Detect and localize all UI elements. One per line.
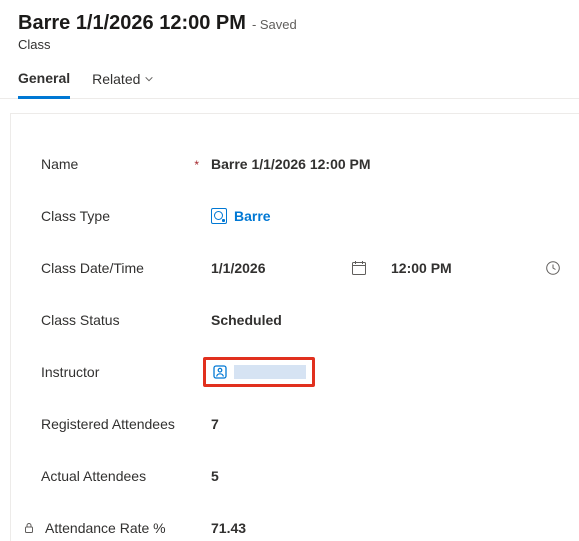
record-page: Barre 1/1/2026 12:00 PM - Saved Class Ge… bbox=[0, 0, 579, 541]
instructor-highlight bbox=[203, 357, 315, 387]
value-name-text: Barre 1/1/2026 12:00 PM bbox=[211, 156, 371, 172]
field-actual-attendees: Actual Attendees 5 bbox=[41, 450, 569, 502]
field-class-datetime: Class Date/Time 1/1/2026 12:00 PM bbox=[41, 242, 569, 294]
form-panel: Name * Barre 1/1/2026 12:00 PM Class Typ… bbox=[10, 113, 579, 541]
field-attendance-rate: Attendance Rate % 71.43 bbox=[41, 502, 569, 541]
field-registered-attendees: Registered Attendees 7 bbox=[41, 398, 569, 450]
label-name-text: Name bbox=[41, 156, 78, 172]
label-actual-attendees: Actual Attendees bbox=[41, 468, 211, 484]
value-class-type[interactable]: Barre bbox=[211, 208, 569, 224]
tab-related-label: Related bbox=[92, 71, 140, 87]
instructor-value-redacted[interactable] bbox=[234, 365, 306, 379]
field-instructor: Instructor bbox=[41, 346, 569, 398]
label-registered-attendees: Registered Attendees bbox=[41, 416, 211, 432]
tab-related[interactable]: Related bbox=[92, 70, 154, 98]
value-actual-attendees-text: 5 bbox=[211, 468, 219, 484]
tab-general[interactable]: General bbox=[18, 70, 70, 99]
entity-icon bbox=[211, 208, 227, 224]
entity-name: Class bbox=[18, 37, 561, 52]
lookup-class-type[interactable]: Barre bbox=[211, 208, 271, 224]
value-class-datetime: 1/1/2026 12:00 PM bbox=[211, 260, 569, 276]
field-class-type: Class Type Barre bbox=[41, 190, 569, 242]
required-indicator: * bbox=[194, 158, 199, 172]
chevron-down-icon bbox=[144, 74, 154, 84]
label-attendance-rate-text: Attendance Rate % bbox=[45, 520, 166, 536]
time-value[interactable]: 12:00 PM bbox=[391, 260, 452, 276]
calendar-icon[interactable] bbox=[351, 260, 367, 276]
label-attendance-rate: Attendance Rate % bbox=[41, 520, 211, 536]
label-instructor: Instructor bbox=[41, 364, 211, 380]
tab-general-label: General bbox=[18, 70, 70, 86]
label-class-datetime: Class Date/Time bbox=[41, 260, 211, 276]
date-value[interactable]: 1/1/2026 bbox=[211, 260, 351, 276]
record-header: Barre 1/1/2026 12:00 PM - Saved Class bbox=[0, 0, 579, 52]
value-class-type-text: Barre bbox=[234, 208, 271, 224]
value-attendance-rate: 71.43 bbox=[211, 520, 569, 536]
lock-icon bbox=[23, 522, 35, 534]
label-name: Name * bbox=[41, 156, 211, 172]
value-registered-attendees-text: 7 bbox=[211, 416, 219, 432]
label-class-type: Class Type bbox=[41, 208, 211, 224]
record-title: Barre 1/1/2026 12:00 PM bbox=[18, 12, 246, 35]
value-class-status-text: Scheduled bbox=[211, 312, 282, 328]
value-actual-attendees[interactable]: 5 bbox=[211, 468, 569, 484]
field-class-status: Class Status Scheduled bbox=[41, 294, 569, 346]
title-row: Barre 1/1/2026 12:00 PM - Saved bbox=[18, 12, 561, 35]
value-class-status[interactable]: Scheduled bbox=[211, 312, 569, 328]
saved-indicator: - Saved bbox=[252, 17, 297, 32]
value-registered-attendees[interactable]: 7 bbox=[211, 416, 569, 432]
value-attendance-rate-text: 71.43 bbox=[211, 520, 246, 536]
label-class-status: Class Status bbox=[41, 312, 211, 328]
clock-icon[interactable] bbox=[545, 260, 561, 276]
tab-strip: General Related bbox=[0, 52, 579, 99]
person-icon bbox=[212, 364, 228, 380]
value-name[interactable]: Barre 1/1/2026 12:00 PM bbox=[211, 156, 569, 172]
value-instructor bbox=[211, 357, 569, 387]
field-name: Name * Barre 1/1/2026 12:00 PM bbox=[41, 138, 569, 190]
